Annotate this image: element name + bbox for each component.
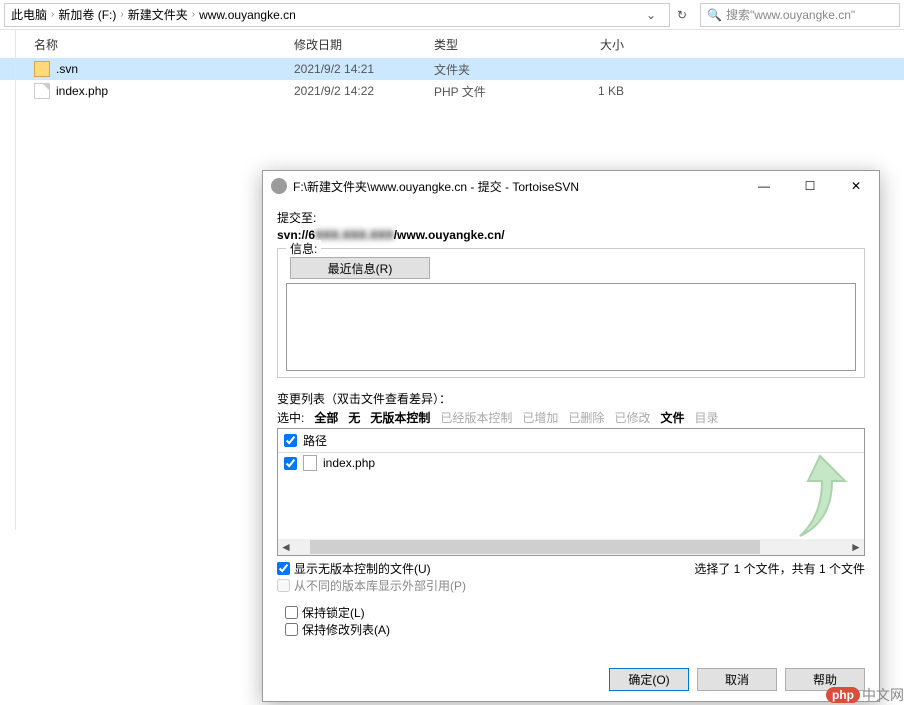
filter-none[interactable]: 无	[348, 409, 360, 426]
changes-header[interactable]: 路径	[278, 429, 864, 453]
filter-modified: 已修改	[614, 409, 650, 426]
show-unversioned-checkbox[interactable]	[277, 562, 290, 575]
cancel-button[interactable]: 取消	[697, 668, 777, 691]
selection-status: 选择了 1 个文件，共有 1 个文件	[694, 560, 865, 577]
recent-messages-button[interactable]: 最近信息(R)	[290, 257, 430, 279]
keep-locks-check[interactable]: 保持锁定(L)	[285, 604, 865, 621]
message-group: 信息: 最近信息(R)	[277, 248, 865, 378]
file-icon	[303, 455, 317, 471]
chevron-right-icon: ›	[51, 9, 54, 20]
filter-all[interactable]: 全部	[314, 409, 338, 426]
search-icon: 🔍	[707, 8, 722, 22]
item-checkbox[interactable]	[284, 457, 297, 470]
commit-to-label: 提交至:	[277, 209, 865, 226]
file-size: 1 KB	[544, 84, 634, 98]
bottom-options: 保持锁定(L) 保持修改列表(A)	[277, 604, 865, 638]
commit-dialog: F:\新建文件夹\www.ouyangke.cn - 提交 - Tortoise…	[262, 170, 880, 702]
col-size[interactable]: 大小	[544, 36, 634, 53]
show-externals-label: 从不同的版本库显示外部引用(P)	[294, 577, 466, 594]
columns-header: 名称 修改日期 类型 大小	[0, 30, 904, 58]
show-externals-checkbox	[277, 579, 290, 592]
changes-list[interactable]: 路径 index.php ◄ ►	[277, 428, 865, 556]
file-type: PHP 文件	[434, 83, 544, 100]
chevron-right-icon: ›	[192, 9, 195, 20]
search-placeholder: 搜索"www.ouyangke.cn"	[726, 6, 855, 23]
breadcrumb-item[interactable]: 新建文件夹	[128, 6, 188, 23]
select-label: 选中:	[277, 409, 304, 426]
filter-files[interactable]: 文件	[660, 409, 684, 426]
keep-changelists-check[interactable]: 保持修改列表(A)	[285, 621, 865, 638]
search-input[interactable]: 🔍 搜索"www.ouyangke.cn"	[700, 3, 900, 27]
filter-unversioned[interactable]: 无版本控制	[370, 409, 430, 426]
watermark: php 中文网	[826, 685, 904, 705]
chevron-down-icon[interactable]: ⌄	[639, 3, 663, 27]
commit-url: svn://6XXX.XXX.XXX/www.ouyangke.cn/	[277, 228, 865, 242]
svn-arrow-icon	[780, 451, 860, 551]
file-name: .svn	[56, 62, 294, 76]
breadcrumb-item[interactable]: www.ouyangke.cn	[199, 8, 296, 22]
address-bar: 此电脑 › 新加卷 (F:) › 新建文件夹 › www.ouyangke.cn…	[0, 0, 904, 30]
message-label: 信息:	[286, 240, 321, 257]
watermark-text: 中文网	[862, 685, 904, 705]
col-date[interactable]: 修改日期	[294, 36, 434, 53]
url-hidden: XXX.XXX.XXX	[315, 228, 394, 242]
message-textarea[interactable]	[286, 283, 856, 371]
dialog-footer: 确定(O) 取消 帮助	[263, 665, 879, 701]
select-all-checkbox[interactable]	[284, 434, 297, 447]
filter-added: 已增加	[522, 409, 558, 426]
chevron-right-icon: ›	[120, 9, 123, 20]
scroll-left-icon[interactable]: ◄	[278, 539, 294, 555]
keep-locks-label: 保持锁定(L)	[302, 604, 365, 621]
keep-changelists-checkbox[interactable]	[285, 623, 298, 636]
change-item-path: index.php	[323, 456, 375, 470]
watermark-badge: php	[826, 687, 860, 703]
tree-panel-stub	[0, 30, 16, 530]
dialog-titlebar[interactable]: F:\新建文件夹\www.ouyangke.cn - 提交 - Tortoise…	[263, 171, 879, 201]
window-controls: — ☐ ✕	[741, 171, 879, 201]
show-unversioned-label: 显示无版本控制的文件(U)	[294, 560, 431, 577]
breadcrumb[interactable]: 此电脑 › 新加卷 (F:) › 新建文件夹 › www.ouyangke.cn…	[4, 3, 670, 27]
show-unversioned-check[interactable]: 显示无版本控制的文件(U)	[277, 560, 466, 577]
file-name: index.php	[56, 84, 294, 98]
ok-button[interactable]: 确定(O)	[609, 668, 689, 691]
below-changes: 显示无版本控制的文件(U) 从不同的版本库显示外部引用(P) 选择了 1 个文件…	[277, 560, 865, 594]
file-date: 2021/9/2 14:22	[294, 84, 434, 98]
minimize-button[interactable]: —	[741, 171, 787, 201]
refresh-icon[interactable]: ↻	[670, 3, 694, 27]
dialog-body: 提交至: svn://6XXX.XXX.XXX/www.ouyangke.cn/…	[263, 201, 879, 665]
show-externals-check: 从不同的版本库显示外部引用(P)	[277, 577, 466, 594]
file-date: 2021/9/2 14:21	[294, 62, 434, 76]
filter-row: 选中: 全部 无 无版本控制 已经版本控制 已增加 已删除 已修改 文件 目录	[277, 409, 865, 426]
filter-deleted: 已删除	[568, 409, 604, 426]
maximize-button[interactable]: ☐	[787, 171, 833, 201]
list-item[interactable]: index.php 2021/9/2 14:22 PHP 文件 1 KB	[0, 80, 904, 102]
url-suffix: /www.ouyangke.cn/	[394, 228, 505, 242]
dialog-title: F:\新建文件夹\www.ouyangke.cn - 提交 - Tortoise…	[293, 178, 741, 195]
tortoisesvn-icon	[271, 178, 287, 194]
path-column: 路径	[303, 432, 327, 449]
file-type: 文件夹	[434, 61, 544, 78]
folder-icon	[34, 61, 50, 77]
list-item[interactable]: .svn 2021/9/2 14:21 文件夹	[0, 58, 904, 80]
keep-locks-checkbox[interactable]	[285, 606, 298, 619]
scroll-right-icon[interactable]: ►	[848, 539, 864, 555]
breadcrumb-item[interactable]: 新加卷 (F:)	[58, 6, 116, 23]
horizontal-scrollbar[interactable]: ◄ ►	[278, 539, 864, 555]
close-button[interactable]: ✕	[833, 171, 879, 201]
file-icon	[34, 83, 50, 99]
col-type[interactable]: 类型	[434, 36, 544, 53]
col-name[interactable]: 名称	[34, 36, 294, 53]
breadcrumb-item[interactable]: 此电脑	[11, 6, 47, 23]
filter-versioned: 已经版本控制	[440, 409, 512, 426]
changes-label: 变更列表（双击文件查看差异）：	[277, 390, 865, 407]
change-item[interactable]: index.php	[278, 453, 864, 473]
scroll-thumb[interactable]	[310, 540, 760, 554]
filter-dirs: 目录	[694, 409, 718, 426]
keep-changelists-label: 保持修改列表(A)	[302, 621, 390, 638]
file-list: .svn 2021/9/2 14:21 文件夹 index.php 2021/9…	[0, 58, 904, 102]
